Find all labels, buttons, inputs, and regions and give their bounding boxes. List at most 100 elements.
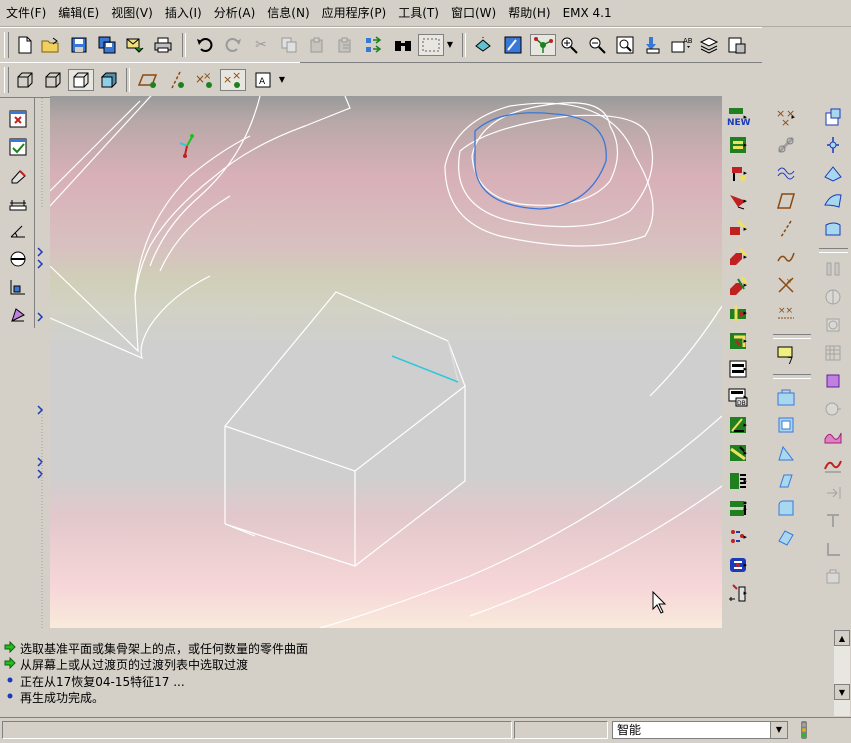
traffic-light-icon[interactable]	[798, 720, 810, 743]
blend-feature-icon[interactable]: ▸	[726, 442, 750, 464]
datum-axis-icon[interactable]	[774, 218, 798, 240]
menu-view[interactable]: 视图(V)	[105, 0, 159, 26]
shading-icon[interactable]	[98, 69, 120, 91]
paste-special-icon[interactable]	[334, 34, 356, 56]
save-copy-icon[interactable]	[96, 34, 118, 56]
datum-point-icon[interactable]: × × × ▸	[774, 106, 798, 128]
orient-view-icon[interactable]	[502, 34, 524, 56]
layers-icon[interactable]	[698, 34, 720, 56]
menu-insert[interactable]: 插入(I)	[159, 0, 208, 26]
graphics-viewport[interactable]	[50, 96, 722, 628]
new-feature-icon[interactable]: NEW ▸	[726, 106, 750, 128]
saved-view-icon[interactable]	[642, 34, 664, 56]
menu-file[interactable]: 文件(F)	[0, 0, 52, 26]
edit-disabled-icon-5[interactable]	[821, 398, 845, 420]
edit-red-surface-icon[interactable]	[821, 454, 845, 476]
trim-feature-icon[interactable]: ▸	[726, 498, 750, 520]
selection-filter-select[interactable]: 智能 ▼	[612, 721, 788, 739]
edit-solidify-icon[interactable]	[821, 370, 845, 392]
edit-extend-icon[interactable]	[821, 162, 845, 184]
regenerate-icon[interactable]	[362, 34, 384, 56]
coordinate-systems-toggle-icon[interactable]: × ×	[220, 69, 246, 91]
edit-offset-icon[interactable]	[821, 190, 845, 212]
mass-properties-icon[interactable]	[7, 304, 29, 326]
rib-feature-icon[interactable]: ▸	[726, 274, 750, 296]
repaint-icon[interactable]	[472, 34, 494, 56]
menu-emx[interactable]: EMX 4.1	[557, 0, 618, 26]
offset-feature-icon[interactable]: ▸	[726, 526, 750, 548]
selection-dropdown-arrow[interactable]: ▼	[444, 34, 456, 56]
undo-icon[interactable]	[194, 34, 216, 56]
chamfer-feature-icon[interactable]: ▸	[726, 218, 750, 240]
datum-wave-icon[interactable]	[774, 162, 798, 184]
edit-disabled-icon-9[interactable]	[821, 566, 845, 588]
import-feature-icon[interactable]: ▸	[726, 582, 750, 604]
datum-point-cross-icon[interactable]: ×	[774, 274, 798, 296]
surface-offset-icon[interactable]	[774, 526, 798, 548]
sweep-feature-icon[interactable]: ▸	[726, 414, 750, 436]
no-hidden-icon[interactable]	[68, 69, 94, 91]
surface-sweep-icon[interactable]	[774, 442, 798, 464]
surface-blend-icon[interactable]	[774, 470, 798, 492]
pattern-feature-icon[interactable]: ▸	[726, 302, 750, 324]
scroll-up-icon[interactable]: ▲	[834, 630, 850, 646]
menu-info[interactable]: 信息(N)	[261, 0, 315, 26]
model-display-icon[interactable]	[726, 34, 748, 56]
view-manager-icon[interactable]: AB	[670, 34, 692, 56]
edit-disabled-icon-8[interactable]	[821, 538, 845, 560]
menu-tools[interactable]: 工具(T)	[392, 0, 445, 26]
edit-disabled-icon-4[interactable]	[821, 342, 845, 364]
section-icon[interactable]	[7, 248, 29, 270]
surface-revolve-icon[interactable]	[774, 414, 798, 436]
selection-box-icon[interactable]	[418, 34, 444, 56]
datum-points-toggle-icon[interactable]: × ×	[194, 69, 216, 91]
save-icon[interactable]	[68, 34, 90, 56]
message-scrollbar[interactable]: ▲ ▼	[834, 630, 850, 716]
shell-feature-icon[interactable]: ▸	[726, 246, 750, 268]
round-feature-icon[interactable]: ▸	[726, 190, 750, 212]
measure-distance-icon[interactable]	[7, 192, 29, 214]
datum-curve-chain-icon[interactable]	[774, 134, 798, 156]
toolbar-grip[interactable]	[4, 32, 9, 58]
activate-window-icon[interactable]	[7, 136, 29, 158]
datum-axis-line[interactable]	[391, 355, 459, 383]
annotation-display-icon[interactable]: A	[252, 69, 274, 91]
toolbar-grip[interactable]	[4, 67, 9, 93]
annotation-dropdown-arrow[interactable]: ▼	[276, 69, 288, 91]
mail-send-icon[interactable]	[124, 34, 146, 56]
mirror-feature-icon[interactable]: ▸	[726, 330, 750, 352]
draft-feature-icon[interactable]: ▸	[726, 162, 750, 184]
datum-axes-toggle-icon[interactable]	[166, 69, 188, 91]
datum-plane-icon[interactable]	[774, 190, 798, 212]
edit-disabled-icon-7[interactable]	[821, 510, 845, 532]
chevron-down-icon[interactable]: ▼	[770, 722, 787, 738]
surface-fill-icon[interactable]	[774, 498, 798, 520]
edit-disabled-icon-2[interactable]	[821, 286, 845, 308]
search-binoculars-icon[interactable]	[392, 34, 414, 56]
edit-pink-surface-icon[interactable]	[821, 426, 845, 448]
database-feature-icon[interactable]: DB ▸	[726, 386, 750, 408]
hidden-line-icon[interactable]	[42, 69, 64, 91]
edit-thicken-icon[interactable]	[821, 218, 845, 240]
variable-section-icon[interactable]: ▸	[726, 470, 750, 492]
hole-feature-icon[interactable]: ▸	[726, 134, 750, 156]
edit-disabled-icon-3[interactable]	[821, 314, 845, 336]
merge-feature-icon[interactable]: ▸	[726, 554, 750, 576]
close-window-icon[interactable]	[7, 108, 29, 130]
copy-feature-icon[interactable]: ▸	[726, 358, 750, 380]
menu-window[interactable]: 窗口(W)	[445, 0, 502, 26]
wireframe-icon[interactable]	[14, 69, 36, 91]
paste-icon[interactable]	[306, 34, 328, 56]
open-folder-icon[interactable]	[40, 34, 62, 56]
scroll-down-icon[interactable]: ▼	[834, 684, 850, 700]
spin-center-icon[interactable]	[530, 34, 556, 56]
model-analysis-icon[interactable]	[7, 276, 29, 298]
menu-analysis[interactable]: 分析(A)	[208, 0, 262, 26]
fit-view-icon[interactable]	[614, 34, 636, 56]
cut-icon[interactable]: ✂	[250, 34, 272, 56]
zoom-in-icon[interactable]	[558, 34, 580, 56]
print-icon[interactable]	[152, 34, 174, 56]
menu-edit[interactable]: 编辑(E)	[52, 0, 105, 26]
zoom-out-icon[interactable]	[586, 34, 608, 56]
menu-help[interactable]: 帮助(H)	[502, 0, 556, 26]
